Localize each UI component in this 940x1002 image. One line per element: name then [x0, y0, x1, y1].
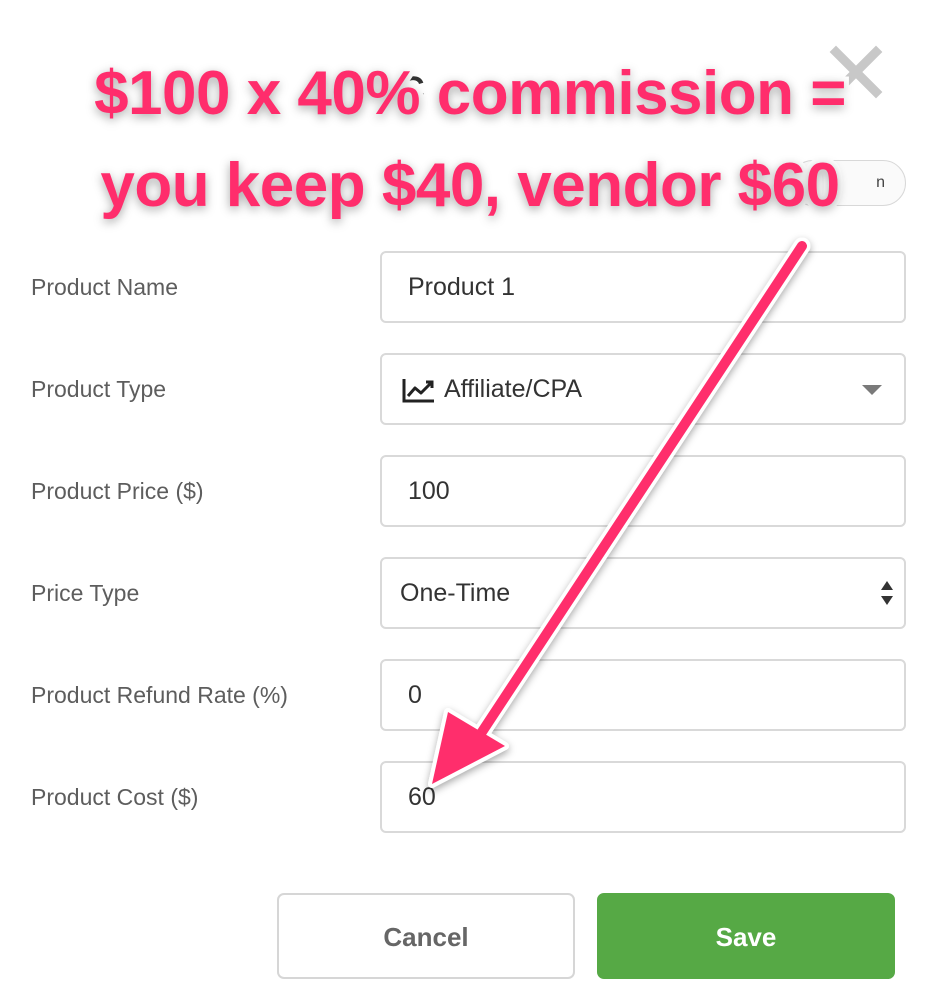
refund-rate-input[interactable]: [380, 659, 906, 731]
product-type-label: Product Type: [31, 376, 167, 402]
product-type-row: Product Type Affiliate/CPA: [0, 353, 940, 425]
product-name-label: Product Name: [31, 274, 179, 300]
refund-rate-row: Product Refund Rate (%): [0, 659, 940, 731]
refund-rate-label: Product Refund Rate (%): [31, 682, 288, 708]
product-price-label: Product Price ($): [31, 478, 204, 504]
save-button[interactable]: Save: [597, 893, 895, 979]
price-type-row: Price Type One-Time: [0, 557, 940, 629]
annotation-line-2: you keep $40, vendor $60: [95, 146, 845, 225]
product-type-select[interactable]: Affiliate/CPA: [380, 353, 906, 425]
price-type-value: One-Time: [400, 579, 511, 607]
product-cost-label: Product Cost ($): [31, 784, 199, 810]
product-cost-input[interactable]: [380, 761, 906, 833]
product-price-input[interactable]: [380, 455, 906, 527]
product-name-input[interactable]: [380, 251, 906, 323]
product-name-row: Product Name: [0, 251, 940, 323]
chevron-down-icon: [862, 385, 882, 395]
product-edit-modal: C n Product Name Product Type Affiliate/…: [0, 0, 940, 1002]
cancel-button[interactable]: Cancel: [277, 893, 575, 979]
price-type-select[interactable]: One-Time: [380, 557, 906, 629]
product-price-row: Product Price ($): [0, 455, 940, 527]
product-type-value: Affiliate/CPA: [444, 375, 583, 403]
up-down-arrows-icon: [881, 581, 893, 605]
product-cost-row: Product Cost ($): [0, 761, 940, 833]
annotation-line-1: $100 x 40% commission =: [89, 54, 851, 133]
price-type-label: Price Type: [31, 580, 140, 606]
trend-line-icon: [402, 379, 434, 403]
